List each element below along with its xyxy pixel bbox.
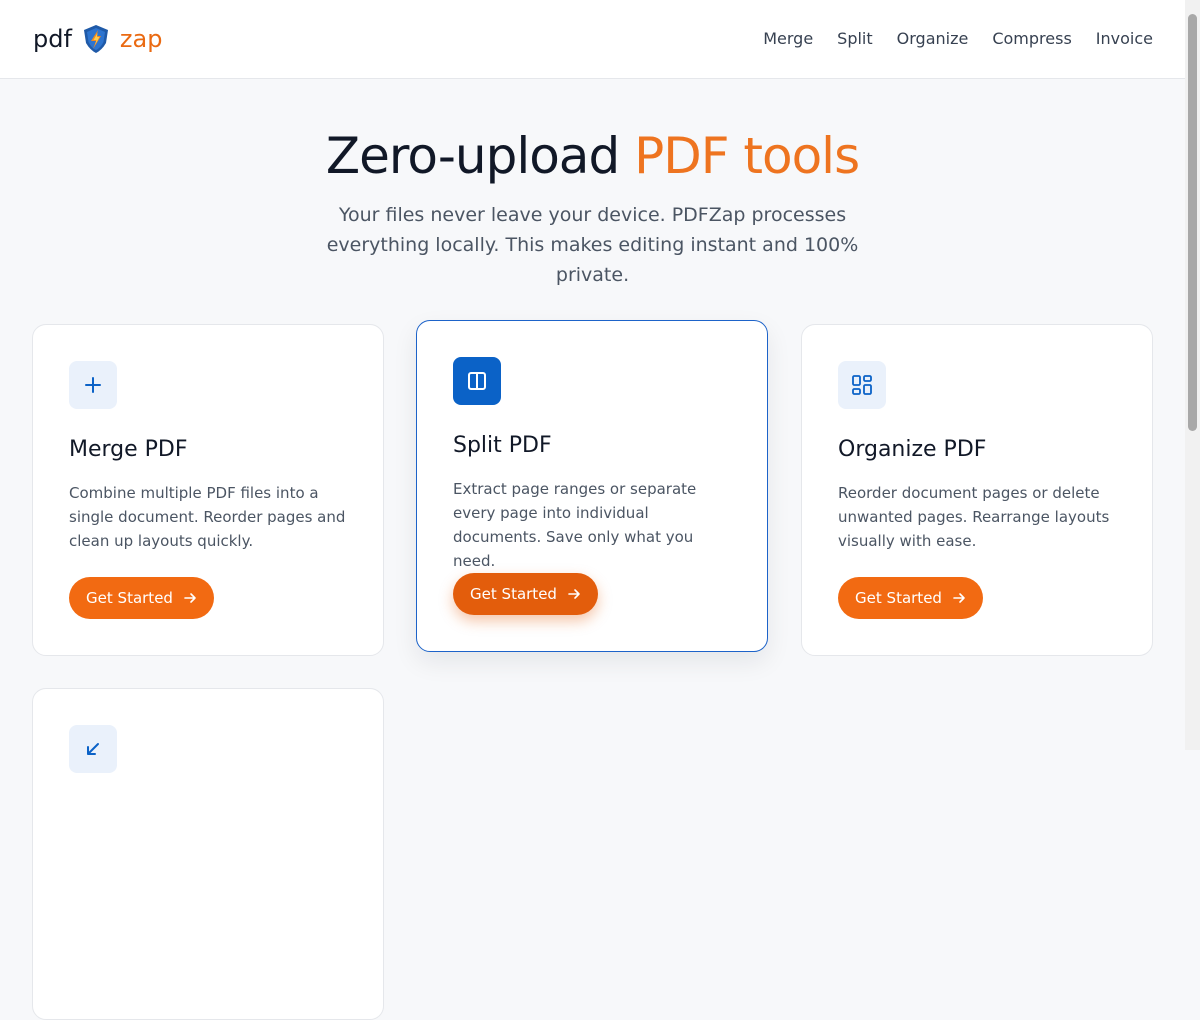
tool-card-organize[interactable]: Organize PDF Reorder document pages or d… [801,324,1153,656]
card-title: Organize PDF [838,437,987,462]
flame-shield-icon [83,25,108,53]
hero-title-accent: PDF tools [634,127,860,185]
get-started-button[interactable]: Get Started [453,573,598,615]
top-header: pdf zap Merge Split Organize Compress In… [0,0,1185,79]
nav-link-split[interactable]: Split [837,27,872,51]
nav-link-invoice[interactable]: Invoice [1096,27,1153,51]
logo-text-zap: zap [119,25,163,53]
card-description: Extract page ranges or separate every pa… [453,480,697,570]
compress-arrow-icon [69,725,117,773]
nav-link-compress[interactable]: Compress [992,27,1071,51]
tool-card-split[interactable]: Split PDF Extract page ranges or separat… [416,320,768,652]
arrow-right-icon [184,593,196,603]
scrollbar-track[interactable] [1185,0,1200,750]
get-started-button[interactable]: Get Started [69,577,214,619]
card-description: Combine multiple PDF files into a single… [69,484,346,550]
card-description: Reorder document pages or delete unwante… [838,484,1110,550]
button-label: Get Started [855,589,942,607]
hero-subtitle: Your files never leave your device. PDFZ… [326,204,859,286]
hero-title-main: Zero-upload [325,127,620,185]
hero-title: Zero-upload PDF tools [0,124,1185,188]
nav-link-organize[interactable]: Organize [897,27,969,51]
columns-icon [453,357,501,405]
plus-icon [69,361,117,409]
grid-icon [838,361,886,409]
nav-link-merge[interactable]: Merge [763,27,813,51]
card-title: Split PDF [453,433,552,458]
button-label: Get Started [470,585,557,603]
tool-card-compress[interactable] [32,688,384,1020]
arrow-right-icon [953,593,965,603]
button-label: Get Started [86,589,173,607]
scrollbar-thumb[interactable] [1188,14,1197,431]
get-started-button[interactable]: Get Started [838,577,983,619]
card-title: Merge PDF [69,437,188,462]
tool-card-merge[interactable]: Merge PDF Combine multiple PDF files int… [32,324,384,656]
logo-text-pdf: pdf [33,25,72,53]
logo[interactable]: pdf zap [33,22,162,56]
main-nav: Merge Split Organize Compress Invoice [739,27,1153,51]
arrow-right-icon [568,589,580,599]
